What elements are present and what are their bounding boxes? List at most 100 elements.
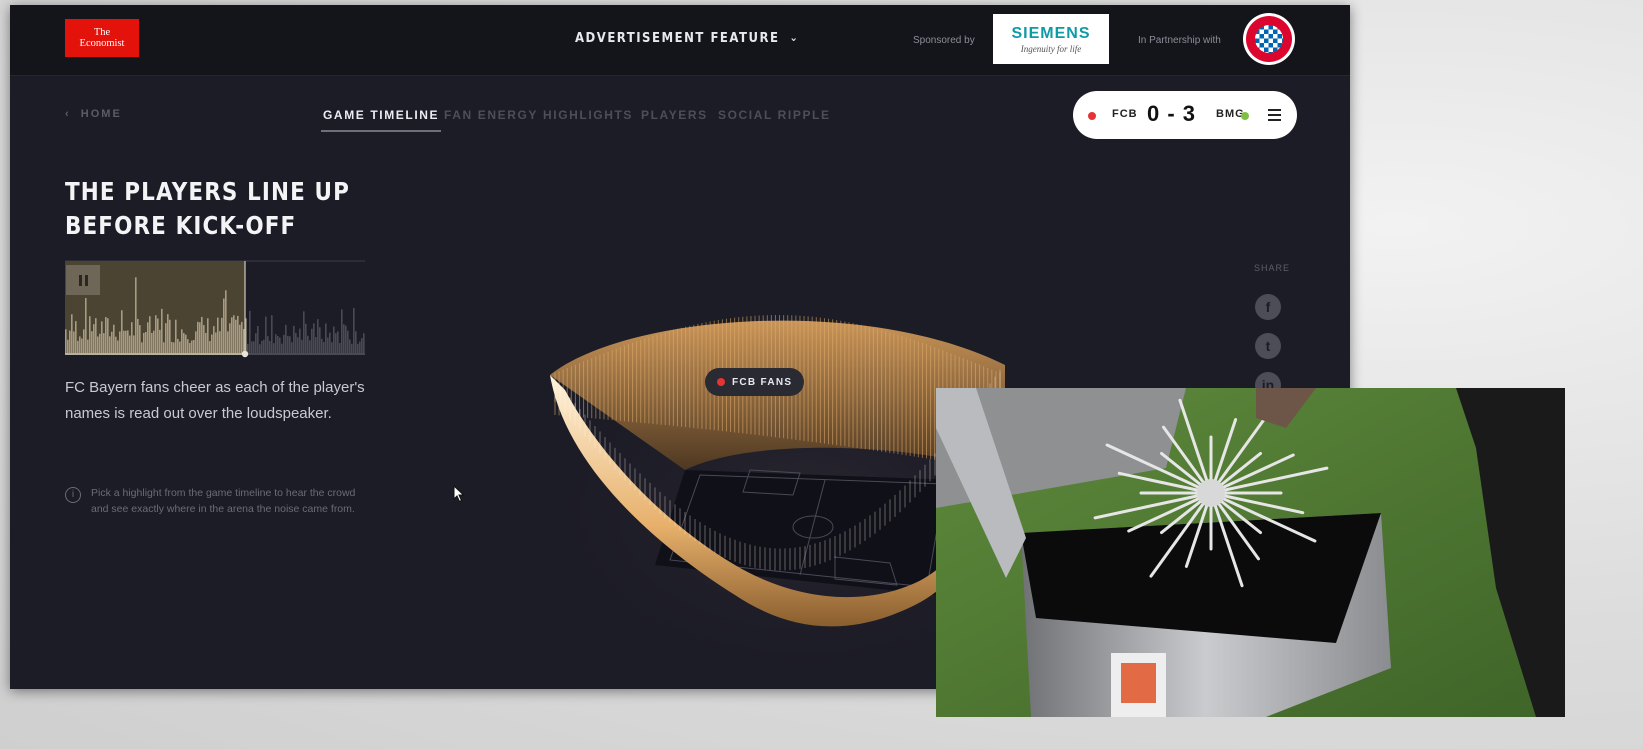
waveform-bar bbox=[119, 331, 121, 353]
waveform-bar bbox=[69, 330, 71, 353]
home-link[interactable]: ‹ HOME bbox=[65, 108, 122, 120]
waveform-bar bbox=[81, 338, 83, 353]
playhead-knob[interactable] bbox=[241, 350, 249, 358]
waveform-bar bbox=[225, 290, 227, 353]
waveform-bar bbox=[163, 342, 165, 353]
waveform-bar bbox=[233, 315, 235, 353]
pause-icon bbox=[79, 275, 82, 286]
waveform-bar bbox=[129, 335, 131, 353]
fans-tag-label: FCB FANS bbox=[732, 376, 793, 388]
waveform-bar bbox=[207, 318, 209, 353]
waveform-bar bbox=[309, 340, 311, 353]
fans-dot bbox=[717, 378, 725, 386]
facebook-icon[interactable]: f bbox=[1255, 294, 1281, 320]
waveform-bar bbox=[339, 343, 341, 353]
scoreboard[interactable]: FCB 0 - 3 BMG bbox=[1073, 91, 1297, 139]
waveform-bar bbox=[299, 328, 301, 353]
logo-line-2: Economist bbox=[79, 38, 125, 49]
waveform-bar bbox=[177, 338, 179, 353]
waveform-bar bbox=[181, 329, 183, 353]
moment-description: FC Bayern fans cheer as each of the play… bbox=[65, 379, 365, 422]
waveform-bar bbox=[213, 326, 215, 353]
waveform-bar bbox=[307, 335, 309, 353]
waveform-bar bbox=[85, 297, 87, 353]
waveform-bar bbox=[103, 333, 105, 353]
waveform-bar bbox=[201, 316, 203, 353]
waveform-bar bbox=[97, 336, 99, 353]
waveform-bar bbox=[157, 318, 159, 353]
waveform-bar bbox=[121, 310, 123, 353]
waveform-bar bbox=[313, 323, 315, 353]
waveform-bar bbox=[261, 340, 263, 353]
waveform-bar bbox=[223, 298, 225, 353]
waveform-bar bbox=[255, 333, 257, 353]
waveform-bar bbox=[301, 339, 303, 353]
waveform-bar bbox=[189, 342, 191, 353]
pause-button[interactable] bbox=[66, 265, 100, 295]
waveform-bar bbox=[305, 323, 307, 353]
waveform-bar bbox=[185, 334, 187, 353]
waveform-bar bbox=[187, 339, 189, 353]
moment-title-line-1: THE PLAYERS LINE UP bbox=[65, 177, 350, 206]
waveform-bar bbox=[341, 309, 343, 353]
siemens-logo[interactable]: SIEMENS Ingenuity for life bbox=[993, 14, 1109, 64]
advertisement-feature-label: ADVERTISEMENT FEATURE bbox=[575, 31, 780, 46]
waveform-bar bbox=[293, 325, 295, 353]
waveform-bar bbox=[107, 318, 109, 353]
partnership-label: In Partnership with bbox=[1138, 35, 1221, 46]
home-team-dot bbox=[1088, 112, 1096, 120]
waveform-bar bbox=[267, 336, 269, 353]
waveform-bar bbox=[265, 316, 267, 353]
advertisement-feature-dropdown[interactable]: ADVERTISEMENT FEATURE ⌄ bbox=[575, 31, 799, 46]
waveform-bar bbox=[161, 308, 163, 353]
waveform-bar bbox=[95, 318, 97, 353]
chevron-left-icon: ‹ bbox=[65, 108, 71, 120]
waveform-bar bbox=[333, 326, 335, 353]
waveform-bar bbox=[319, 327, 321, 353]
waveform-bar bbox=[347, 330, 349, 353]
waveform-bar bbox=[323, 342, 325, 353]
share-label: SHARE bbox=[1254, 263, 1291, 273]
waveform-bar bbox=[251, 341, 253, 353]
waveform-bar bbox=[197, 321, 199, 353]
tab-players[interactable]: PLAYERS bbox=[641, 108, 708, 122]
microphone-hub bbox=[1197, 479, 1225, 507]
tab-social-ripple[interactable]: SOCIAL RIPPLE bbox=[718, 108, 831, 122]
waveform-bar bbox=[311, 328, 313, 353]
economist-logo[interactable]: The Economist bbox=[65, 19, 139, 57]
waveform-bar bbox=[117, 340, 119, 353]
waveform-bar bbox=[269, 341, 271, 353]
twitter-icon[interactable]: t bbox=[1255, 333, 1281, 359]
fcb-fans-tag[interactable]: FCB FANS bbox=[705, 368, 805, 396]
waveform-bar bbox=[337, 331, 339, 353]
moment-title: THE PLAYERS LINE UP BEFORE KICK-OFF bbox=[65, 175, 350, 243]
menu-icon[interactable] bbox=[1268, 109, 1281, 124]
home-label: HOME bbox=[80, 108, 122, 120]
waveform-bar bbox=[217, 317, 219, 353]
waveform-bar bbox=[91, 331, 93, 353]
sponsor-tagline: Ingenuity for life bbox=[1020, 43, 1082, 54]
tab-highlights[interactable]: HIGHLIGHTS bbox=[543, 108, 633, 122]
fc-bayern-crest-icon[interactable] bbox=[1243, 13, 1295, 65]
hint-text: Pick a highlight from the game timeline … bbox=[91, 487, 356, 515]
audio-timeline[interactable] bbox=[65, 260, 365, 360]
waveform-bar bbox=[137, 318, 139, 353]
waveform-bar bbox=[195, 331, 197, 353]
waveform-bar bbox=[193, 339, 195, 353]
waveform-bar bbox=[151, 332, 153, 353]
waveform-bar bbox=[159, 329, 161, 353]
waveform-bar bbox=[109, 336, 111, 353]
waveform-bar bbox=[173, 342, 175, 353]
waveform-bar bbox=[277, 335, 279, 353]
waveform-bar bbox=[331, 342, 333, 353]
waveform-bar bbox=[209, 341, 211, 353]
waveform-bar bbox=[203, 325, 205, 353]
waveform-bar bbox=[77, 340, 79, 353]
waveform-bar bbox=[303, 311, 305, 353]
tab-game-timeline[interactable]: GAME TIMELINE bbox=[320, 108, 442, 132]
waveform-bar bbox=[273, 343, 275, 353]
waveform-bar bbox=[361, 338, 363, 353]
tab-fan-energy[interactable]: FAN ENERGY bbox=[444, 108, 538, 122]
waveform-bar bbox=[93, 324, 95, 353]
waveform-bar bbox=[141, 342, 143, 353]
